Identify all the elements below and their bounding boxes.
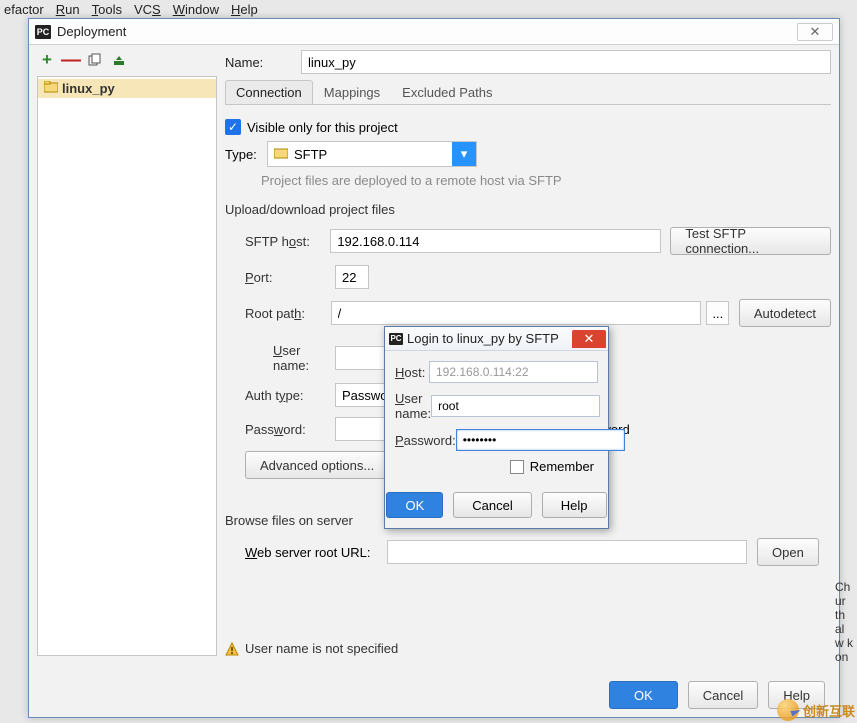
dialog-footer: OK Cancel Help <box>29 681 839 709</box>
port-input[interactable] <box>335 265 369 289</box>
menu-tools[interactable]: Tools <box>92 2 122 18</box>
login-title-text: Login to linux_py by SFTP <box>407 331 559 346</box>
settings-tabs: Connection Mappings Excluded Paths <box>225 80 831 105</box>
add-server-icon[interactable]: + <box>39 52 55 68</box>
password-label: Password: <box>245 422 335 437</box>
browse-root-button[interactable]: ... <box>706 301 729 325</box>
server-name-input[interactable] <box>301 50 831 74</box>
login-dialog: PC Login to linux_py by SFTP ✕ Host: Use… <box>384 326 609 529</box>
clipped-background-text: Ch ur th al w k on <box>835 580 857 664</box>
pycharm-icon: PC <box>389 333 403 345</box>
main-menubar: efactor Run Tools VCS Window Help <box>0 0 857 20</box>
login-help-button[interactable]: Help <box>542 492 607 518</box>
remember-label: Remember <box>530 459 594 474</box>
tab-connection[interactable]: Connection <box>225 80 313 104</box>
auth-type-label: Auth type: <box>245 388 335 403</box>
login-close-button[interactable]: ✕ <box>572 330 606 348</box>
menu-window[interactable]: Window <box>173 2 219 18</box>
name-label: Name: <box>225 55 295 70</box>
tab-excluded-paths[interactable]: Excluded Paths <box>391 80 503 104</box>
port-label: Port: <box>245 270 335 285</box>
remove-server-icon[interactable]: — <box>63 52 79 68</box>
web-root-label: Web server root URL: <box>245 545 387 560</box>
upload-section-title: Upload/download project files <box>225 202 831 217</box>
server-list-toolbar: + — <box>39 52 127 68</box>
server-type-icon <box>44 81 58 96</box>
warning-text: User name is not specified <box>245 641 398 656</box>
tab-mappings[interactable]: Mappings <box>313 80 391 104</box>
ok-button[interactable]: OK <box>609 681 678 709</box>
dialog-title-text: Deployment <box>57 24 126 39</box>
type-combobox[interactable]: SFTP ▾ <box>267 141 477 167</box>
sftp-host-input[interactable] <box>330 229 661 253</box>
login-user-input[interactable] <box>431 395 600 417</box>
dialog-titlebar: PC Deployment ✕ <box>29 19 839 45</box>
test-connection-button[interactable]: Test SFTP connection... <box>670 227 831 255</box>
copy-server-icon[interactable] <box>87 52 103 68</box>
login-user-label: User name: <box>395 391 431 421</box>
root-path-input[interactable] <box>331 301 701 325</box>
web-root-input[interactable] <box>387 540 747 564</box>
pycharm-icon: PC <box>35 25 51 39</box>
server-list-item-selected[interactable]: linux_py <box>38 79 216 98</box>
sftp-type-icon <box>274 147 288 162</box>
type-value: SFTP <box>294 147 327 162</box>
server-list-item-label: linux_py <box>62 81 115 96</box>
autodetect-button[interactable]: Autodetect <box>739 299 831 327</box>
login-password-input[interactable] <box>456 429 625 451</box>
type-hint: Project files are deployed to a remote h… <box>261 173 831 188</box>
dialog-close-button[interactable]: ✕ <box>797 23 833 41</box>
type-label: Type: <box>225 147 261 162</box>
menu-refactor[interactable]: efactor <box>4 2 44 18</box>
login-password-label: Password: <box>395 433 456 448</box>
watermark-text: 创新互联 <box>803 701 855 720</box>
advanced-options-button[interactable]: Advanced options... <box>245 451 389 479</box>
watermark-icon <box>777 699 799 721</box>
login-titlebar[interactable]: PC Login to linux_py by SFTP ✕ <box>385 327 608 351</box>
login-ok-button[interactable]: OK <box>386 492 443 518</box>
menu-help[interactable]: Help <box>231 2 258 18</box>
sftp-host-label: SFTP host: <box>245 234 330 249</box>
username-label: User name: <box>245 343 335 373</box>
warning-icon <box>225 642 239 656</box>
login-cancel-button[interactable]: Cancel <box>453 492 531 518</box>
set-default-icon[interactable] <box>111 52 127 68</box>
cancel-button[interactable]: Cancel <box>688 681 758 709</box>
root-path-label: Root path: <box>245 306 331 321</box>
visible-only-label: Visible only for this project <box>247 120 398 135</box>
login-host-input <box>429 361 598 383</box>
visible-only-checkbox[interactable]: ✓ <box>225 119 241 135</box>
server-list[interactable]: linux_py <box>37 76 217 656</box>
watermark: 创新互联 <box>777 699 855 721</box>
menu-run[interactable]: Run <box>56 2 80 18</box>
chevron-down-icon[interactable]: ▾ <box>452 142 476 166</box>
login-host-label: Host: <box>395 365 429 380</box>
remember-checkbox[interactable] <box>510 460 524 474</box>
menu-vcs[interactable]: VCS <box>134 2 161 18</box>
open-url-button[interactable]: Open <box>757 538 819 566</box>
